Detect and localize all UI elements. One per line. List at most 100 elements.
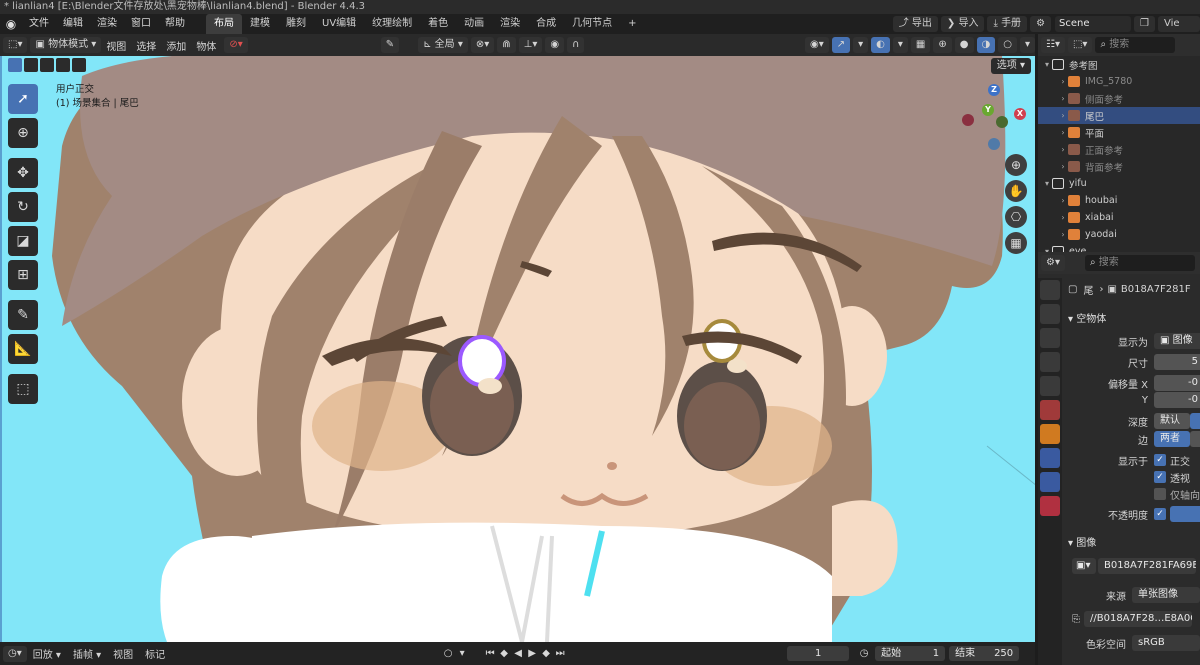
- zoom-icon[interactable]: ⊕: [1005, 154, 1027, 176]
- expand-toggle-icon[interactable]: ›: [1058, 145, 1068, 154]
- gizmo-neg-y-axis[interactable]: [996, 116, 1008, 128]
- tool-tab-icon[interactable]: [1040, 280, 1060, 300]
- depth-default-button[interactable]: 默认: [1154, 413, 1190, 429]
- snap-target-icon[interactable]: ⊥▾: [518, 37, 543, 53]
- keying-menu[interactable]: 插帧 ▾: [67, 646, 107, 661]
- new-scene-icon[interactable]: ❐: [1134, 16, 1155, 32]
- add-workspace-button[interactable]: +: [620, 14, 644, 34]
- current-frame-field[interactable]: 1: [787, 646, 850, 661]
- outliner-editor-icon[interactable]: ☷▾: [1041, 37, 1065, 53]
- expand-toggle-icon[interactable]: ▾: [1042, 60, 1052, 69]
- expand-toggle-icon[interactable]: ›: [1058, 94, 1068, 103]
- wireframe-shading-icon[interactable]: ⊕: [933, 37, 952, 53]
- outliner-row[interactable]: › 背面参考: [1038, 158, 1200, 175]
- select-new-icon[interactable]: [8, 58, 22, 72]
- scale-tool-icon[interactable]: ◪: [8, 226, 38, 256]
- jump-end-icon[interactable]: ⏭: [553, 648, 567, 659]
- display-mode-icon[interactable]: ⬚▾: [1067, 37, 1093, 53]
- outliner-row[interactable]: › xiabai: [1038, 209, 1200, 226]
- xray-icon[interactable]: ▦: [910, 37, 931, 53]
- select-extend-icon[interactable]: [24, 58, 38, 72]
- menu-edit[interactable]: 编辑: [56, 14, 90, 34]
- transform-tool-icon[interactable]: ⊞: [8, 260, 38, 290]
- tab-compositing[interactable]: 合成: [528, 14, 564, 34]
- image-section-header[interactable]: ▾ 图像: [1068, 534, 1096, 549]
- size-field[interactable]: 5: [1154, 354, 1200, 370]
- expand-toggle-icon[interactable]: ›: [1058, 230, 1068, 239]
- properties-search-field[interactable]: ⌕ 搜索: [1084, 255, 1195, 271]
- expand-toggle-icon[interactable]: ›: [1058, 196, 1068, 205]
- color-space-select[interactable]: sRGB: [1132, 635, 1200, 651]
- tab-rendering[interactable]: 渲染: [492, 14, 528, 34]
- play-icon[interactable]: ▶: [525, 648, 539, 659]
- end-frame-field[interactable]: 结束 250: [949, 646, 1020, 661]
- pivot-icon[interactable]: ⊗▾: [470, 37, 495, 53]
- marker-menu[interactable]: 标记: [139, 646, 171, 661]
- scene-name-field[interactable]: Scene: [1055, 16, 1132, 32]
- outliner-row[interactable]: ▾ yifu: [1038, 175, 1200, 192]
- opacity-checkbox[interactable]: ✓: [1154, 508, 1166, 520]
- timeline-editor-icon[interactable]: ◷▾: [3, 645, 27, 662]
- expand-toggle-icon[interactable]: ›: [1058, 128, 1068, 137]
- show-axis-only-checkbox[interactable]: [1154, 488, 1166, 500]
- view-menu[interactable]: 视图: [107, 646, 139, 661]
- navigation-gizmo[interactable]: Z Y X: [962, 84, 1032, 154]
- keyframe-type-icon[interactable]: ▾: [455, 648, 469, 659]
- menu-window[interactable]: 窗口: [124, 14, 158, 34]
- menu-select[interactable]: 选择: [131, 38, 161, 53]
- visibility-icon[interactable]: ◉▾: [804, 37, 829, 53]
- gizmo-neg-z-axis[interactable]: [988, 138, 1000, 150]
- expand-toggle-icon[interactable]: ›: [1058, 213, 1068, 222]
- outliner-row[interactable]: ▾ 参考图: [1038, 56, 1200, 73]
- depth-other-button[interactable]: [1190, 413, 1200, 429]
- editor-type-icon[interactable]: ⬚▾: [3, 37, 28, 53]
- offset-x-field[interactable]: -0: [1154, 375, 1200, 391]
- blender-logo-icon[interactable]: ◉: [0, 17, 22, 31]
- source-select[interactable]: 单张图像: [1132, 587, 1200, 603]
- render-tab-icon[interactable]: [1040, 304, 1060, 324]
- export-button[interactable]: ⤴ 导出: [892, 16, 938, 32]
- ortho-grid-icon[interactable]: ▦: [1005, 232, 1027, 254]
- menu-render[interactable]: 渲染: [90, 14, 124, 34]
- eyedropper-icon[interactable]: ✎: [380, 37, 400, 53]
- menu-help[interactable]: 帮助: [158, 14, 192, 34]
- select-subtract-icon[interactable]: [40, 58, 54, 72]
- menu-view[interactable]: 视图: [101, 38, 131, 53]
- data-tab-icon[interactable]: [1040, 496, 1060, 516]
- play-reverse-icon[interactable]: ◀: [511, 648, 525, 659]
- annotate-tool-icon[interactable]: ✎: [8, 300, 38, 330]
- move-tool-icon[interactable]: ✥: [8, 158, 38, 188]
- image-browse-icon[interactable]: ▣▾: [1072, 558, 1096, 574]
- measure-tool-icon[interactable]: 📐: [8, 334, 38, 364]
- show-persp-checkbox[interactable]: ✓: [1154, 471, 1166, 483]
- outliner-row[interactable]: › 平面: [1038, 124, 1200, 141]
- view-layer-field[interactable]: Vie: [1158, 16, 1200, 32]
- proportional-edit-icon[interactable]: ◉: [545, 37, 565, 53]
- side-both-button[interactable]: 两者: [1154, 431, 1190, 447]
- next-keyframe-icon[interactable]: ◆: [539, 648, 553, 659]
- tab-shading[interactable]: 着色: [420, 14, 456, 34]
- offset-y-field[interactable]: -0: [1154, 392, 1200, 408]
- playback-menu[interactable]: 回放 ▾: [27, 646, 67, 661]
- manual-button[interactable]: ⤓ 手册: [987, 16, 1028, 32]
- outliner-search-field[interactable]: ⌕ 搜索: [1095, 37, 1176, 53]
- 3d-viewport[interactable]: 选项 ▾ ➚ ⊕ ✥ ↻ ◪ ⊞ ✎ 📐 ⬚ 用户正交 (1) 场景集合 | 尾…: [0, 56, 1035, 642]
- preview-range-icon[interactable]: ◷: [857, 648, 871, 659]
- outliner-row[interactable]: › 侧面参考: [1038, 90, 1200, 107]
- constraints-tab-icon[interactable]: [1040, 472, 1060, 492]
- shading-menu-icon[interactable]: ▾: [1019, 37, 1035, 53]
- rendered-shading-icon[interactable]: ○: [998, 37, 1017, 53]
- side-other-button[interactable]: [1190, 431, 1200, 447]
- cursor-tool-icon[interactable]: ⊕: [8, 118, 38, 148]
- tab-modeling[interactable]: 建模: [242, 14, 278, 34]
- gizmo-toggle-icon[interactable]: ↗: [831, 37, 851, 53]
- select-tool-icon[interactable]: ➚: [8, 84, 38, 114]
- menu-file[interactable]: 文件: [22, 14, 56, 34]
- tab-geometry-nodes[interactable]: 几何节点: [564, 14, 620, 34]
- overlay-toggle-icon[interactable]: ◐: [871, 37, 890, 53]
- expand-toggle-icon[interactable]: ›: [1058, 111, 1068, 120]
- outliner-row[interactable]: › yaodai: [1038, 226, 1200, 243]
- tab-layout[interactable]: 布局: [206, 14, 242, 34]
- show-ortho-checkbox[interactable]: ✓: [1154, 454, 1166, 466]
- menu-add[interactable]: 添加: [161, 38, 191, 53]
